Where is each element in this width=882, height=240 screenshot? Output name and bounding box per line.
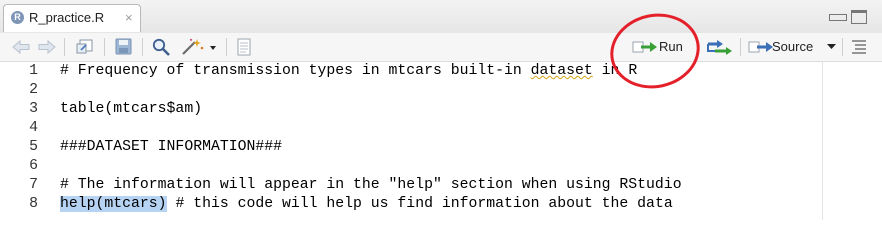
code-line: 6 <box>0 157 822 176</box>
r-file-icon: R <box>11 11 24 24</box>
line-number: 5 <box>29 139 38 155</box>
compile-report-icon[interactable] <box>234 38 254 56</box>
line-number: 7 <box>29 177 38 193</box>
code-line: 5 ###DATASET INFORMATION### <box>0 138 822 157</box>
code-line: 8 help(mtcars) # this code will help us … <box>0 195 822 214</box>
show-in-window-icon[interactable] <box>74 38 96 56</box>
selected-text: help(mtcars) <box>60 196 167 212</box>
print-margin <box>822 62 823 220</box>
code-line: 1 # Frequency of transmission types in m… <box>0 62 822 81</box>
toolbar-separator <box>64 38 65 56</box>
line-number: 4 <box>29 120 38 136</box>
re-run-icon[interactable] <box>705 38 733 56</box>
tab-filename: R_practice.R <box>29 10 105 25</box>
line-number: 2 <box>29 82 38 98</box>
source-arrow-icon <box>748 41 773 53</box>
spellcheck-word[interactable]: dataset <box>531 63 593 79</box>
source-label: Source <box>772 39 814 54</box>
code-tools-wand-icon[interactable] <box>180 38 220 56</box>
code-line: 3 table(mtcars$am) <box>0 100 822 119</box>
toolbar-separator <box>104 38 105 56</box>
editor-toolbar: Run Source <box>0 33 882 62</box>
line-number: 1 <box>29 63 38 79</box>
chevron-down-icon <box>827 44 836 49</box>
toolbar-separator <box>740 38 741 56</box>
code-line: 4 <box>0 119 822 138</box>
save-icon[interactable] <box>114 38 134 56</box>
code-editor[interactable]: 1 # Frequency of transmission types in m… <box>0 62 882 220</box>
forward-arrow-icon[interactable] <box>36 38 58 56</box>
code-text: ###DATASET INFORMATION### <box>60 139 282 155</box>
code-text: # The information will appear in the "he… <box>60 177 682 193</box>
code-text: help(mtcars) # this code will help us fi… <box>60 196 673 212</box>
tab-r-practice[interactable]: R R_practice.R × <box>3 4 141 32</box>
code-line: 7 # The information will appear in the "… <box>0 176 822 195</box>
maximize-icon[interactable] <box>851 10 867 24</box>
code-text: table(mtcars$am) <box>60 101 203 117</box>
toolbar-separator <box>842 38 843 56</box>
code-text: # Frequency of transmission types in mtc… <box>60 63 638 79</box>
code-line: 2 <box>0 81 822 100</box>
line-number: 6 <box>29 158 38 174</box>
minimize-icon[interactable] <box>829 14 847 21</box>
find-icon[interactable] <box>151 38 173 56</box>
source-button[interactable]: Source <box>744 36 838 58</box>
toolbar-separator <box>142 38 143 56</box>
line-number: 3 <box>29 101 38 117</box>
back-arrow-icon[interactable] <box>10 38 32 56</box>
line-number: 8 <box>29 196 38 212</box>
toolbar-separator <box>226 38 227 56</box>
document-outline-icon[interactable] <box>850 38 868 56</box>
close-tab-icon[interactable]: × <box>125 10 133 25</box>
editor-tab-strip: R R_practice.R × <box>0 0 882 34</box>
